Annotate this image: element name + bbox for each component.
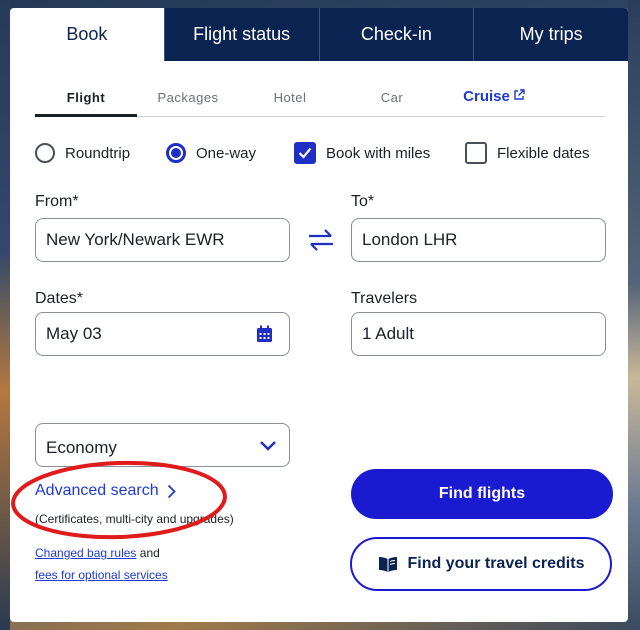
from-value: New York/Newark EWR [46,230,225,249]
cabin-value: Economy [46,438,117,457]
booking-widget: Book Flight status Check-in My trips Fli… [10,8,628,622]
travelers-input[interactable]: 1 Adult [351,312,606,356]
chevron-right-icon [167,484,176,499]
subtab-cruise-label: Cruise [463,88,510,105]
travelers-value: 1 Adult [362,324,414,343]
book-icon [378,555,398,573]
radio-circle-icon [35,143,55,163]
top-tab-bar: Book Flight status Check-in My trips [10,8,628,61]
roundtrip-radio[interactable]: Roundtrip [35,141,130,165]
subtab-packages[interactable]: Packages [137,88,239,116]
flexible-dates-label: Flexible dates [497,144,590,162]
to-label: To* [351,193,375,210]
subtab-hotel[interactable]: Hotel [239,88,341,116]
find-travel-credits-button[interactable]: Find your travel credits [350,537,612,591]
book-with-miles-checkbox[interactable]: Book with miles [294,141,430,165]
from-label: From* [35,193,79,210]
tab-check-in[interactable]: Check-in [318,8,474,61]
travelers-label: Travelers [351,290,418,307]
flexible-dates-checkbox[interactable]: Flexible dates [465,141,590,165]
chevron-down-icon [259,437,277,457]
subtab-flight[interactable]: Flight [35,88,137,117]
sub-tab-bar: Flight Packages Hotel Car Cruise [35,88,605,117]
info-and-text: and [139,546,160,560]
roundtrip-label: Roundtrip [65,144,131,162]
radio-selected-icon [166,143,186,163]
from-input[interactable]: New York/Newark EWR [35,218,290,262]
tab-book[interactable]: Book [10,8,164,61]
oneway-radio[interactable]: One-way [166,141,256,165]
dates-value: May 03 [46,324,102,343]
external-link-icon [513,89,525,104]
tab-flight-status[interactable]: Flight status [163,8,319,61]
calendar-icon[interactable] [256,325,273,348]
travel-credits-label: Find your travel credits [407,555,585,572]
checkmark-icon [294,142,316,164]
dates-input[interactable]: May 03 [35,312,290,356]
advanced-search-label: Advanced search [35,482,159,499]
to-input[interactable]: London LHR [351,218,606,262]
book-with-miles-label: Book with miles [326,144,431,162]
checkbox-empty-icon [465,142,487,164]
changed-bag-rules-link[interactable]: Changed bag rules [35,546,136,560]
background-left [0,0,10,630]
swap-icon[interactable] [306,227,336,258]
oneway-label: One-way [196,144,257,162]
advanced-search-link[interactable]: Advanced search [35,482,176,500]
cabin-select[interactable]: Economy [35,423,290,467]
bag-rules-info: Changed bag rules and fees for optional … [35,542,168,586]
subtab-car[interactable]: Car [341,88,443,116]
dates-label: Dates* [35,290,84,307]
background-right [628,0,640,630]
optional-fees-link[interactable]: fees for optional services [35,568,168,582]
tab-my-trips[interactable]: My trips [473,8,628,61]
advanced-search-subtitle: (Certificates, multi-city and upgrades) [35,512,234,526]
find-flights-button[interactable]: Find flights [351,469,613,519]
subtab-cruise[interactable]: Cruise [443,88,545,116]
to-value: London LHR [362,230,458,249]
